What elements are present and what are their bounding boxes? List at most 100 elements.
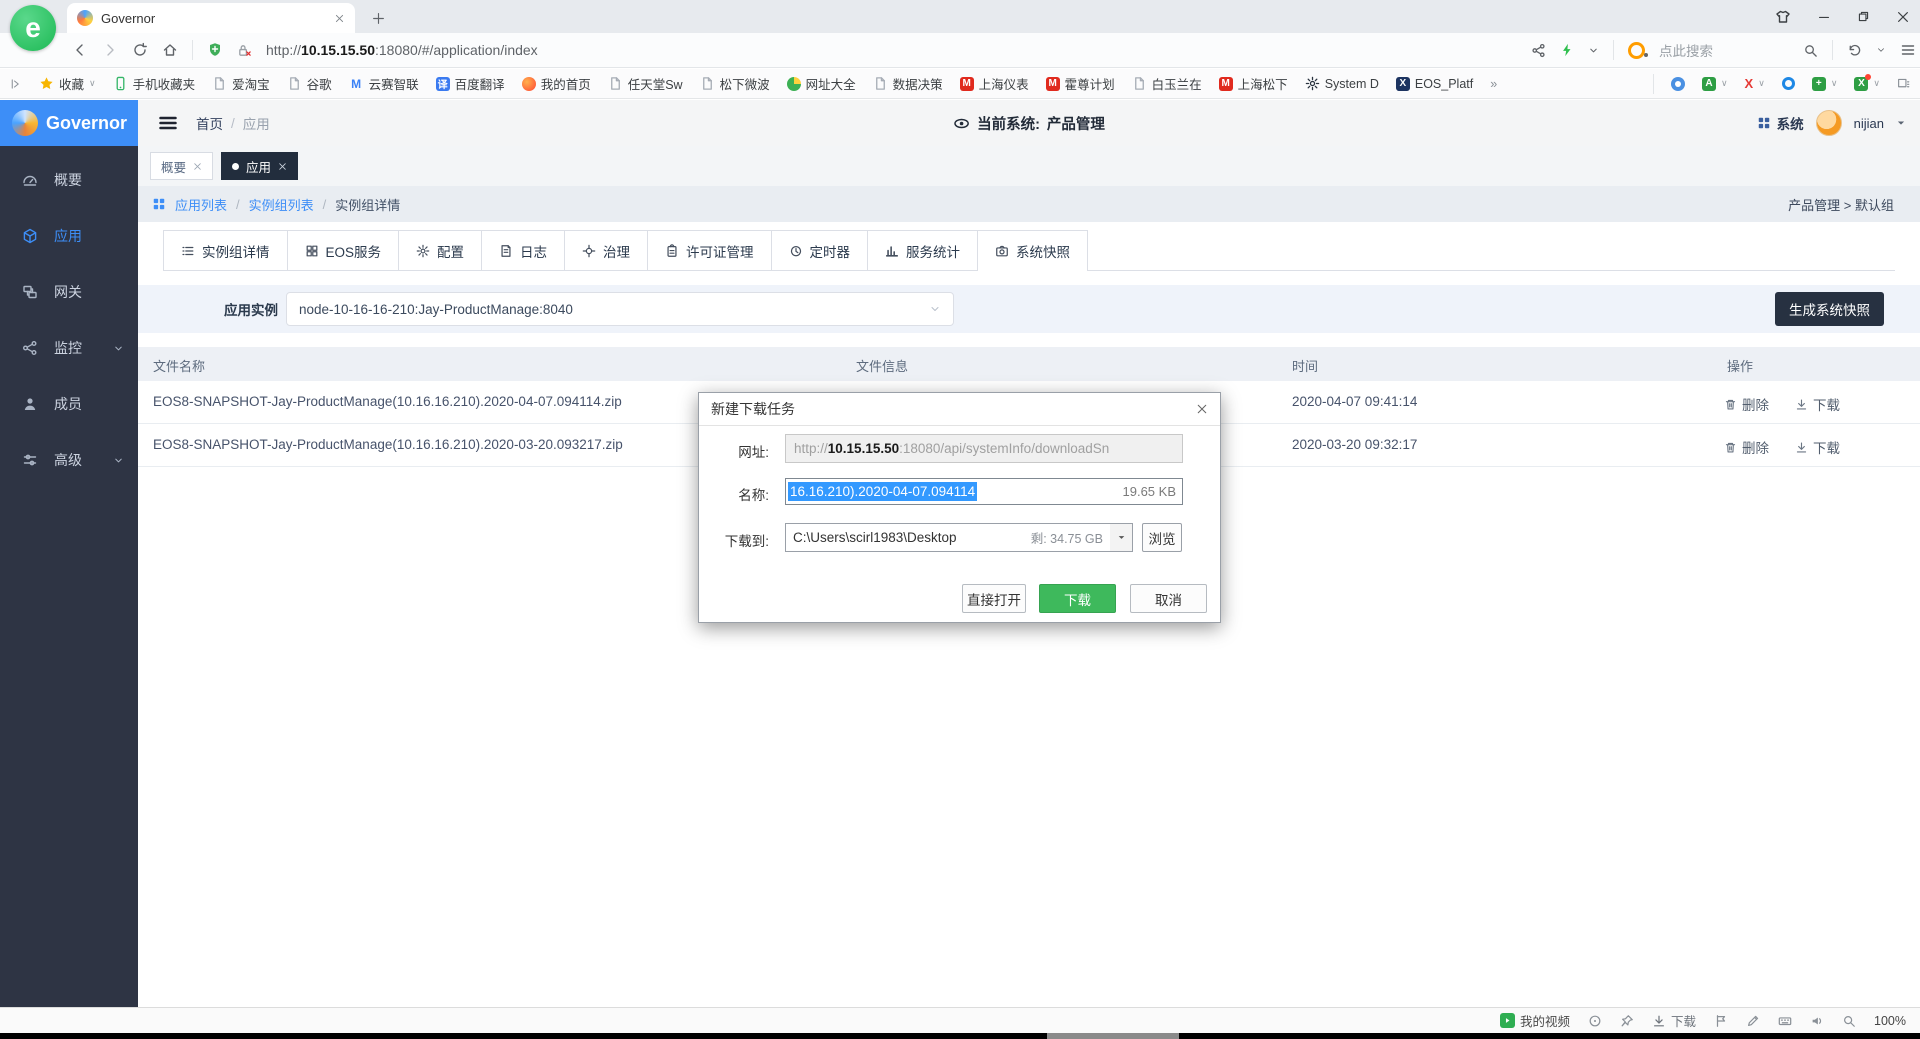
search-engine-logo-icon[interactable] (1628, 41, 1648, 59)
share-icon[interactable] (1531, 43, 1546, 58)
zoom-icon[interactable] (1842, 1014, 1856, 1028)
extension-icon[interactable]: A ∨ (1701, 76, 1728, 91)
download-button[interactable]: 下载 (1795, 394, 1840, 414)
bookmark-item[interactable]: 爱淘宝 (212, 74, 270, 93)
minimize-icon[interactable] (1817, 10, 1831, 24)
cancel-button[interactable]: 取消 (1130, 584, 1207, 613)
bookmark-item[interactable]: 数据决策 (873, 74, 943, 93)
sidebar-item-monitoring[interactable]: 监控 (0, 320, 138, 376)
open-directly-button[interactable]: 直接打开 (962, 584, 1026, 613)
bookmark-item[interactable]: M 上海仪表 (959, 74, 1029, 93)
dialog-title-bar[interactable]: 新建下载任务 (699, 393, 1220, 426)
download-button[interactable]: 下载 (1795, 437, 1840, 457)
sidebar-item-advanced[interactable]: 高级 (0, 432, 138, 488)
bookmark-item[interactable]: System D (1305, 76, 1379, 91)
tab-close-icon[interactable] (193, 162, 202, 171)
undo-icon[interactable] (1847, 43, 1862, 58)
avatar[interactable] (1815, 110, 1842, 136)
tab-instance-group-detail[interactable]: 实例组详情 (163, 230, 287, 270)
keyboard-icon[interactable] (1778, 1014, 1792, 1028)
delete-button[interactable]: 删除 (1724, 394, 1769, 414)
extension-icon[interactable]: X ∨ (1745, 76, 1765, 91)
bookmark-item[interactable]: 我的首页 (521, 74, 591, 93)
page-tab-application[interactable]: 应用 (221, 152, 299, 180)
forward-icon[interactable] (102, 42, 118, 58)
side-panel-icon[interactable] (1897, 77, 1910, 90)
dialog-close-icon[interactable] (1196, 403, 1208, 415)
extension-icon[interactable]: + ∨ (1811, 76, 1837, 91)
breadcrumb-link-instance-groups[interactable]: 实例组列表 (249, 195, 314, 214)
tab-governance[interactable]: 治理 (564, 230, 648, 270)
bookmarks-panel-toggle-icon[interactable] (10, 78, 22, 90)
chevron-down-icon[interactable] (1876, 45, 1886, 55)
bookmark-mobile-folder[interactable]: 手机收藏夹 (113, 74, 195, 93)
destination-dropdown-button[interactable] (1110, 523, 1133, 552)
generate-snapshot-button[interactable]: 生成系统快照 (1775, 292, 1884, 326)
menu-icon[interactable] (1900, 42, 1916, 58)
bookmark-item[interactable]: M 上海松下 (1218, 74, 1288, 93)
extension-icon[interactable] (1781, 77, 1795, 90)
chevron-down-icon[interactable] (1588, 45, 1599, 56)
search-icon[interactable] (1803, 43, 1818, 58)
breadcrumb-link-app-list[interactable]: 应用列表 (175, 195, 227, 214)
chevron-down-icon[interactable] (1896, 118, 1906, 128)
my-videos-button[interactable]: 我的视频 (1499, 1011, 1570, 1030)
new-tab-button[interactable] (364, 5, 392, 31)
tab-configuration[interactable]: 配置 (398, 230, 482, 270)
speaker-icon[interactable] (1810, 1014, 1824, 1028)
restore-icon[interactable] (1857, 10, 1870, 23)
browse-button[interactable]: 浏览 (1142, 523, 1182, 552)
bookmark-item[interactable]: 译 百度翻译 (435, 74, 505, 93)
bookmarks-overflow-icon[interactable]: » (1490, 77, 1497, 91)
close-icon[interactable] (1896, 10, 1910, 24)
tab-close-icon[interactable] (278, 162, 287, 171)
bookmark-item[interactable]: 任天堂Sw (608, 74, 683, 93)
bookmark-favorites[interactable]: 收藏 ∨ (39, 74, 96, 93)
bookmark-item[interactable]: 谷歌 (287, 74, 332, 93)
back-icon[interactable] (72, 42, 88, 58)
file-name-input[interactable]: 16.16.210).2020-04-07.094114 19.65 KB (785, 478, 1183, 505)
security-shield-icon[interactable] (207, 42, 223, 58)
breadcrumb-home[interactable]: 首页 (196, 113, 223, 133)
tab-license-management[interactable]: 许可证管理 (647, 230, 771, 270)
sidebar-item-overview[interactable]: 概要 (0, 152, 138, 208)
bookmark-item[interactable]: 松下微波 (700, 74, 770, 93)
tab-timer[interactable]: 定时器 (770, 230, 868, 270)
flag-icon[interactable] (1714, 1014, 1728, 1028)
insecure-lock-icon[interactable] (237, 43, 252, 58)
theme-shirt-icon[interactable] (1775, 9, 1791, 25)
reload-icon[interactable] (132, 42, 148, 58)
grid-icon[interactable] (152, 197, 166, 211)
bookmark-item[interactable]: 网址大全 (786, 74, 856, 93)
bookmark-item[interactable]: X EOS_Platf (1395, 76, 1473, 91)
pencil-icon[interactable] (1746, 1014, 1760, 1028)
status-circle-icon[interactable] (1588, 1014, 1602, 1028)
sidebar-collapse-icon[interactable] (158, 113, 178, 133)
extension-icon[interactable]: X ∨ (1854, 73, 1880, 91)
page-tab-overview[interactable]: 概要 (150, 152, 214, 180)
browser-logo-icon[interactable]: e (10, 5, 56, 51)
pin-icon[interactable] (1620, 1014, 1634, 1028)
home-icon[interactable] (162, 42, 178, 58)
zoom-level[interactable]: 100% (1874, 1014, 1906, 1028)
sidebar-item-members[interactable]: 成员 (0, 376, 138, 432)
bookmark-item[interactable]: 白玉兰在 (1132, 74, 1202, 93)
system-menu[interactable]: 系统 (1757, 113, 1804, 133)
confirm-download-button[interactable]: 下载 (1039, 584, 1116, 613)
user-name[interactable]: nijian (1854, 116, 1884, 131)
bookmark-item[interactable]: M 云赛智联 (349, 74, 419, 93)
speed-bolt-icon[interactable] (1560, 43, 1574, 57)
tab-close-icon[interactable] (334, 13, 345, 24)
downloads-button[interactable]: 下载 (1652, 1011, 1696, 1030)
address-url[interactable]: http://10.15.15.50:18080/#/application/i… (266, 42, 538, 58)
bookmark-item[interactable]: M 霍尊计划 (1045, 74, 1115, 93)
browser-tab[interactable]: Governor (67, 3, 355, 33)
destination-input[interactable]: C:\Users\scirl1983\Desktop 剩: 34.75 GB (785, 523, 1111, 552)
tab-system-snapshot[interactable]: 系统快照 (977, 230, 1089, 271)
sidebar-item-gateway[interactable]: 网关 (0, 264, 138, 320)
instance-select[interactable]: node-10-16-16-210:Jay-ProductManage:8040 (286, 292, 954, 326)
sidebar-item-application[interactable]: 应用 (0, 208, 138, 264)
tab-service-statistics[interactable]: 服务统计 (867, 230, 978, 270)
delete-button[interactable]: 删除 (1724, 437, 1769, 457)
extension-icon[interactable] (1670, 76, 1685, 91)
